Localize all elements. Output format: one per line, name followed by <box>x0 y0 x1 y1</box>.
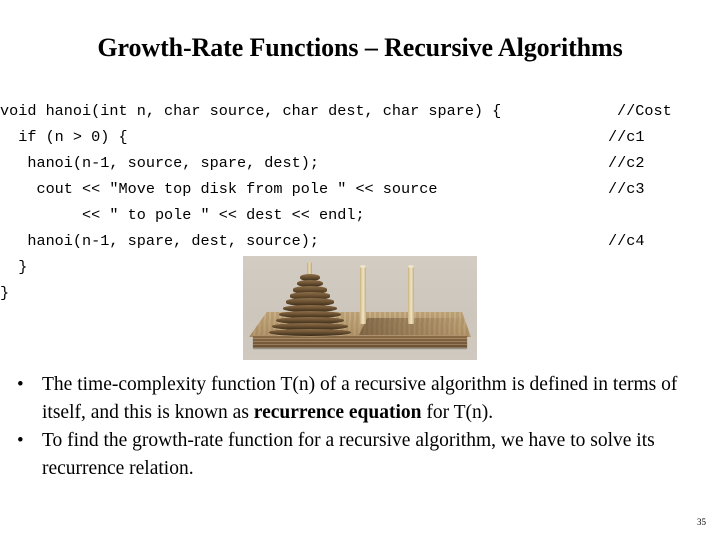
code-line: void hanoi(int n, char source, char dest… <box>0 98 720 124</box>
bullet-marker-icon: • <box>17 374 24 395</box>
code-line-text: } <box>0 258 28 276</box>
bullet-emphasis: recurrence equation <box>253 402 422 423</box>
tower-of-hanoi-photo <box>243 256 477 360</box>
bullet-item: • To find the growth-rate function for a … <box>0 427 720 483</box>
base-plywood-stripes <box>253 335 467 348</box>
page-title: Growth-Rate Functions – Recursive Algori… <box>97 33 623 62</box>
code-line: if (n > 0) { //c1 <box>0 124 720 150</box>
bullet-list: • The time-complexity function T(n) of a … <box>0 371 720 483</box>
code-line-text: cout << "Move top disk from pole " << so… <box>0 180 438 198</box>
code-cost-comment: //c4 <box>608 232 645 250</box>
bullet-span: for T(n). <box>421 402 494 423</box>
bullet-item: • The time-complexity function T(n) of a … <box>0 371 720 427</box>
hanoi-disk <box>269 328 351 337</box>
disk-stack <box>265 262 355 337</box>
bullet-span: To find the growth-rate function for a r… <box>42 430 655 479</box>
slide-page-number: 35 <box>697 517 706 527</box>
peg-right <box>408 266 414 324</box>
code-line-text: hanoi(n-1, spare, dest, source); <box>0 232 319 250</box>
bullet-text: To find the growth-rate function for a r… <box>42 427 720 483</box>
code-line-text: void hanoi(int n, char source, char dest… <box>0 102 502 120</box>
code-line: hanoi(n-1, source, spare, dest); //c2 <box>0 150 720 176</box>
code-line-text: } <box>0 284 10 302</box>
bullet-text: The time-complexity function T(n) of a r… <box>42 371 720 427</box>
code-line: cout << "Move top disk from pole " << so… <box>0 176 720 202</box>
code-line-text: << " to pole " << dest << endl; <box>0 206 365 224</box>
code-line-text: if (n > 0) { <box>0 128 128 146</box>
code-cost-comment: //Cost <box>617 102 672 120</box>
code-line: << " to pole " << dest << endl; <box>0 202 720 228</box>
code-cost-comment: //c3 <box>608 180 645 198</box>
code-line: hanoi(n-1, spare, dest, source); //c4 <box>0 228 720 254</box>
code-cost-comment: //c1 <box>608 128 645 146</box>
peg-middle <box>360 266 366 324</box>
code-line-text: hanoi(n-1, source, spare, dest); <box>0 154 319 172</box>
code-cost-comment: //c2 <box>608 154 645 172</box>
peg-middle-cap <box>360 265 366 268</box>
bullet-marker-icon: • <box>17 430 24 451</box>
peg-right-cap <box>408 265 414 268</box>
